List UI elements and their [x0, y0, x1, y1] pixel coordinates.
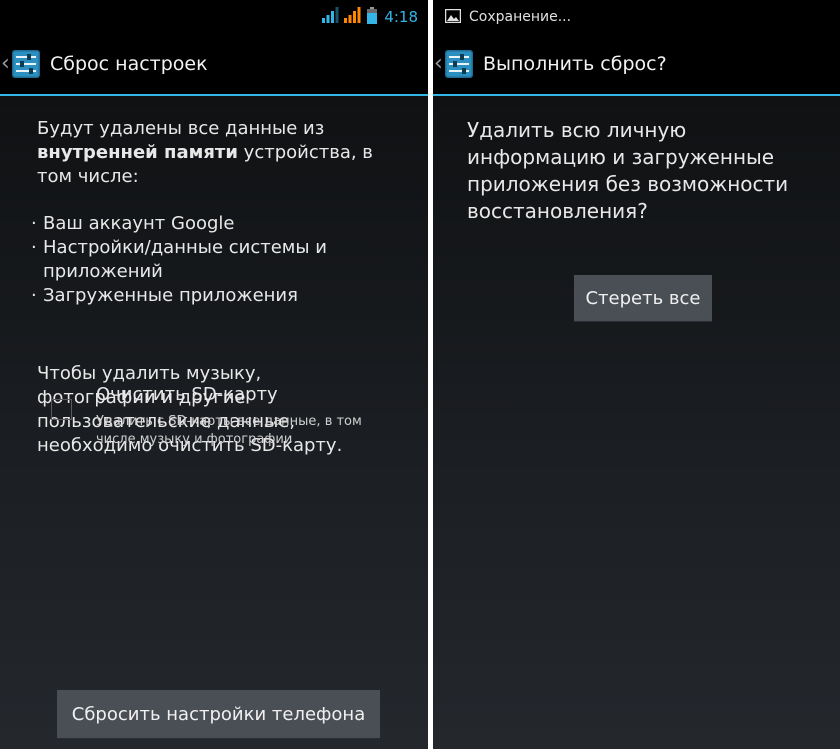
settings-app-icon[interactable]: [445, 50, 473, 78]
clear-sd-option[interactable]: Очистить SD-карту Удалить с SD-карты все…: [46, 383, 376, 453]
notification-area[interactable]: Сохранение...: [433, 8, 571, 27]
clear-sd-checkbox[interactable]: [51, 399, 72, 420]
list-item: · Загруженные приложения: [30, 284, 410, 308]
status-icons: 4:18: [321, 0, 418, 34]
clear-sd-title: Очистить SD-карту: [96, 384, 278, 405]
battery-icon: [367, 6, 378, 28]
intro-bold: внутренней памяти: [37, 142, 238, 163]
bullet-dot: ·: [31, 285, 37, 306]
image-icon: [444, 8, 462, 27]
action-bar-title: Сброс настроек: [50, 53, 208, 75]
data-list: · Ваш аккаунт Google · Настройки/данные си…: [30, 212, 410, 308]
action-bar-title: Выполнить сброс?: [483, 53, 667, 75]
list-item: · Ваш аккаунт Google: [30, 212, 410, 236]
confirm-question: Удалить всю личную информацию и загружен…: [467, 118, 789, 223]
status-bar: 4:18: [0, 0, 428, 34]
list-item-label: Настройки/данные системы и приложений: [43, 237, 328, 282]
confirm-reset-screen: Сохранение... ‹ Выполнить сброс? Удалить…: [433, 0, 840, 749]
intro-text: Будут удалены все данные из внутренней п…: [37, 117, 407, 189]
status-time: 4:18: [384, 8, 418, 26]
signal-icon-sim2: [343, 7, 363, 27]
back-caret-icon[interactable]: ‹: [434, 53, 443, 75]
settings-app-icon[interactable]: [12, 50, 40, 78]
list-item-label: Ваш аккаунт Google: [43, 213, 235, 234]
reset-phone-button[interactable]: Сбросить настройки телефона: [57, 690, 380, 738]
bullet-dot: ·: [31, 237, 37, 258]
erase-all-button[interactable]: Стереть все: [574, 275, 712, 321]
saving-notification: Сохранение...: [469, 9, 572, 25]
reset-settings-screen: 4:18 ‹ Сброс настроек Будут удалены все …: [0, 0, 428, 749]
clear-sd-subtitle: Удалить с SD-карты все данные, в том чис…: [96, 414, 362, 447]
status-bar: Сохранение...: [433, 0, 840, 34]
back-caret-icon[interactable]: ‹: [1, 53, 10, 75]
action-bar[interactable]: ‹ Сброс настроек: [0, 34, 428, 96]
list-item-label: Загруженные приложения: [43, 285, 298, 306]
intro-part-1: Будут удалены все данные из: [37, 118, 325, 139]
list-item: · Настройки/данные системы и приложений: [30, 236, 410, 284]
signal-icon: [321, 7, 339, 27]
action-bar[interactable]: ‹ Выполнить сброс?: [433, 34, 840, 96]
bullet-dot: ·: [31, 213, 37, 234]
